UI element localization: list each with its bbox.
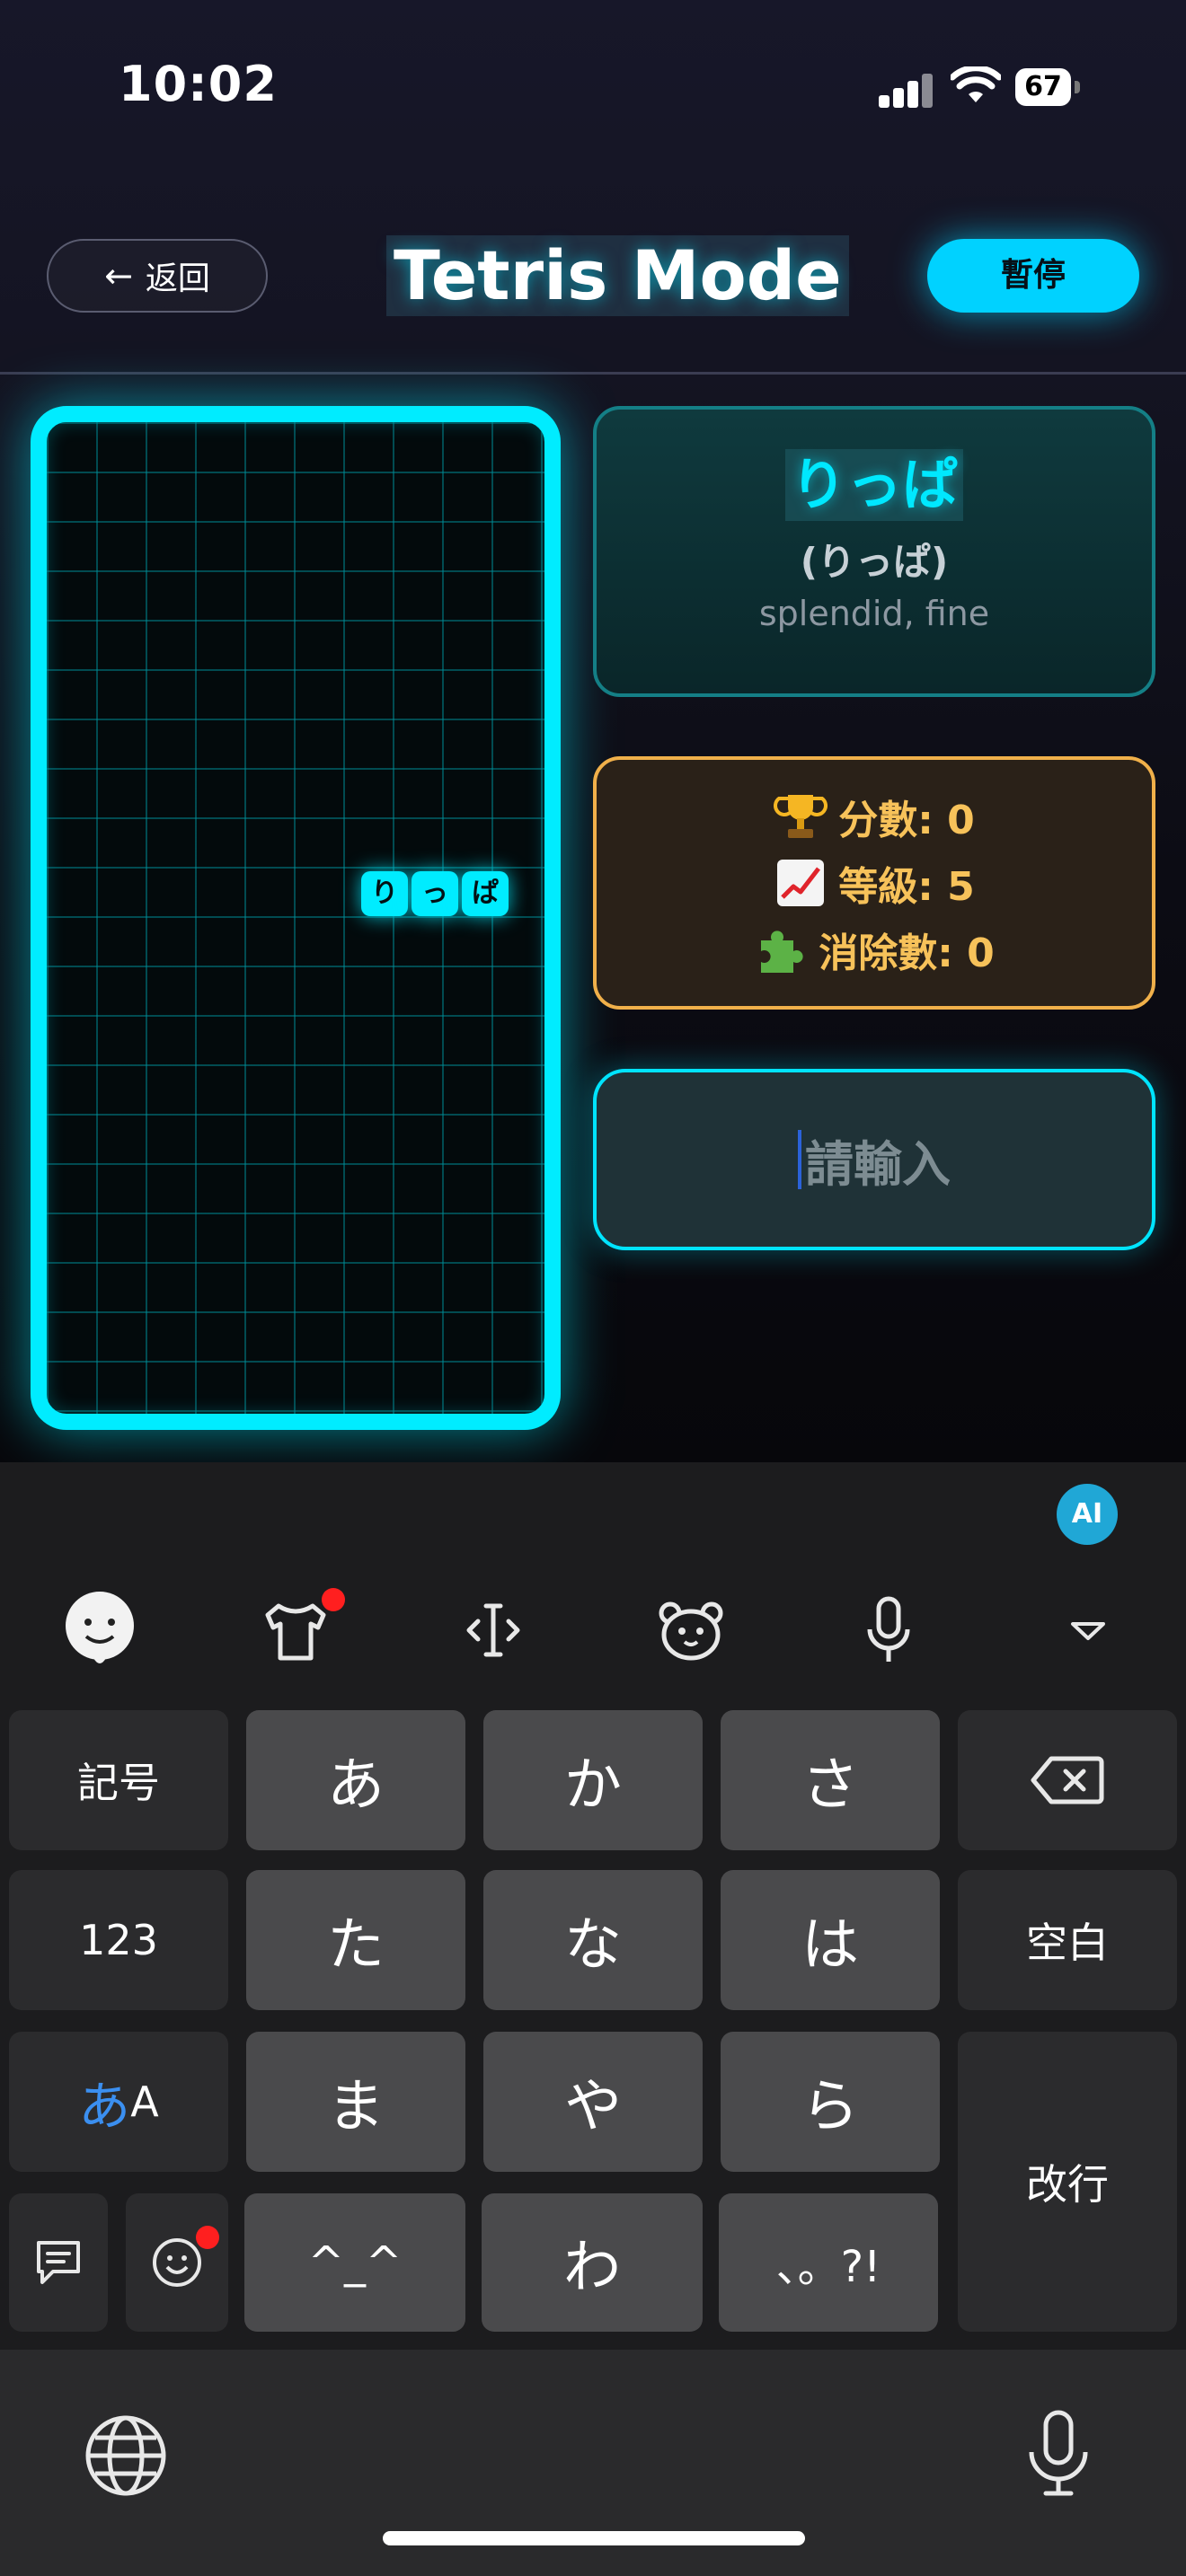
stats-card: 分數: 0 等級: 5 消除數: 0 — [593, 756, 1155, 1010]
status-bar: 10:02 67 — [0, 0, 1186, 171]
key-ka[interactable]: か — [483, 1710, 703, 1850]
ai-assist-button[interactable]: AI — [1057, 1484, 1118, 1545]
level-label: 等級: 5 — [838, 864, 975, 910]
key-label: や — [564, 2074, 622, 2140]
key-label: 、。?! — [775, 2242, 881, 2292]
key-label: さ — [801, 1752, 859, 1819]
score-label: 分數: 0 — [838, 798, 975, 843]
face-sticker-icon[interactable] — [59, 1588, 140, 1669]
globe-icon[interactable] — [83, 2413, 169, 2499]
key-punctuation[interactable]: 、。?! — [719, 2193, 938, 2332]
key-numbers[interactable]: 123 — [9, 1870, 228, 2010]
key-label: か — [564, 1752, 622, 1819]
piece-block: っ — [412, 871, 458, 916]
key-ta[interactable]: た — [246, 1870, 465, 2010]
key-kaomoji[interactable]: ^_^ — [244, 2193, 465, 2332]
key-delete[interactable] — [958, 1710, 1177, 1850]
answer-input-placeholder: 請輸入 — [805, 1135, 951, 1193]
key-label: ま — [327, 2074, 385, 2140]
key-comment[interactable] — [9, 2193, 108, 2332]
key-ha[interactable]: は — [721, 1870, 940, 2010]
lines-label: 消除數: 0 — [819, 931, 995, 976]
collapse-icon[interactable] — [1048, 1590, 1128, 1671]
key-emoji[interactable] — [126, 2193, 228, 2332]
arrow-left-icon: ← — [104, 256, 133, 296]
microphone-icon[interactable] — [848, 1590, 929, 1671]
word-meaning: splendid, fine — [758, 594, 990, 633]
notification-dot — [322, 1588, 345, 1611]
key-wa[interactable]: わ — [482, 2193, 703, 2332]
bear-icon[interactable] — [651, 1590, 731, 1671]
wifi-icon — [951, 66, 1001, 102]
key-ra[interactable]: ら — [721, 2032, 940, 2172]
key-a[interactable]: あ — [246, 1710, 465, 1850]
pause-button[interactable]: 暫停 — [927, 239, 1139, 313]
key-input-mode-latin: A — [130, 2078, 159, 2126]
key-ya[interactable]: や — [483, 2032, 703, 2172]
cellular-signal-icon — [879, 68, 938, 108]
key-sa[interactable]: さ — [721, 1710, 940, 1850]
cursor-move-icon[interactable] — [453, 1590, 534, 1671]
key-ma[interactable]: ま — [246, 2032, 465, 2172]
word-card: りっぱ (りっぱ) splendid, fine — [593, 406, 1155, 697]
key-label: ら — [801, 2074, 859, 2140]
key-input-mode-kana: あ — [78, 2076, 131, 2137]
status-time: 10:02 — [119, 56, 278, 112]
back-button[interactable]: ← 返回 — [47, 239, 268, 313]
score-row: 分數: 0 — [774, 788, 975, 845]
key-label: な — [564, 1912, 622, 1979]
key-numbers-label: 123 — [79, 1916, 158, 1964]
key-return[interactable]: 改行 — [958, 2032, 1177, 2332]
back-button-label: 返回 — [145, 260, 210, 297]
page-title: Tetris Mode — [386, 235, 849, 316]
piece-block: り — [361, 871, 408, 916]
puzzle-icon — [761, 931, 803, 973]
battery-level: 67 — [1015, 68, 1071, 106]
key-return-label: 改行 — [1026, 2160, 1109, 2209]
board-grid — [47, 422, 544, 1414]
key-space-label: 空白 — [1026, 1919, 1109, 1967]
dictation-microphone-icon[interactable] — [1015, 2407, 1102, 2501]
home-indicator[interactable] — [383, 2531, 805, 2545]
key-space[interactable]: 空白 — [958, 1870, 1177, 2010]
tetris-app: 10:02 67 ← 返回 Tetris Mode 暫停 り っ ぱ りっぱ (… — [0, 0, 1186, 1462]
comment-icon — [37, 2241, 80, 2284]
key-symbols[interactable]: 記号 — [9, 1710, 228, 1850]
key-label: わ — [563, 2235, 621, 2301]
key-na[interactable]: な — [483, 1870, 703, 2010]
key-input-mode[interactable]: あ A — [9, 2032, 228, 2172]
key-label: は — [801, 1912, 859, 1979]
piece-block: ぱ — [462, 871, 509, 916]
notification-dot — [196, 2226, 219, 2249]
chart-up-icon — [777, 860, 825, 906]
target-word: りっぱ — [784, 449, 963, 521]
lines-row: 消除數: 0 — [754, 921, 995, 978]
key-label: あ — [327, 1752, 385, 1819]
falling-piece: り っ ぱ — [361, 871, 509, 916]
game-board[interactable]: り っ ぱ — [31, 406, 561, 1430]
key-label: た — [327, 1912, 385, 1979]
key-symbols-label: 記号 — [77, 1759, 160, 1807]
text-caret — [798, 1130, 801, 1189]
delete-icon — [1031, 1756, 1104, 1804]
level-row: 等級: 5 — [774, 854, 975, 912]
key-label: ^_^ — [307, 2237, 403, 2288]
answer-input[interactable]: 請輸入 — [593, 1069, 1155, 1250]
battery-tip — [1075, 81, 1080, 93]
word-reading: (りっぱ) — [800, 540, 949, 584]
trophy-icon — [774, 795, 828, 838]
header-divider — [0, 372, 1186, 375]
